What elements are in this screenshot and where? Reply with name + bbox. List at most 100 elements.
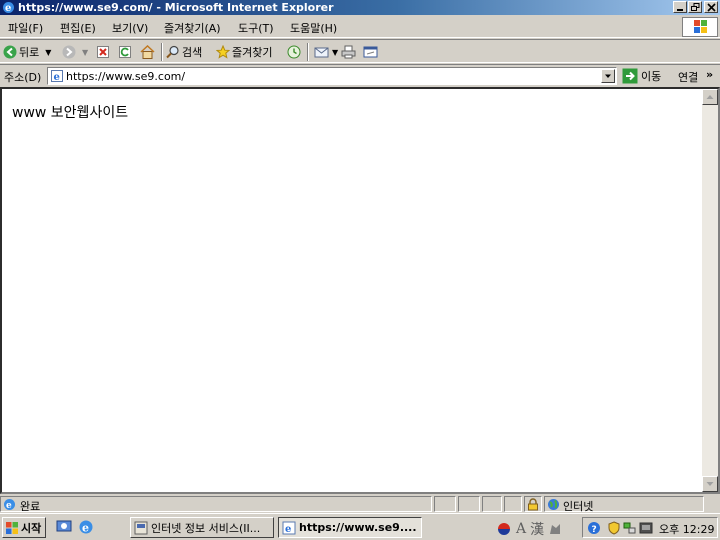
print-button[interactable] bbox=[341, 43, 356, 61]
restore-button[interactable] bbox=[688, 1, 702, 13]
chevron-down-icon bbox=[605, 74, 611, 78]
svg-text:?: ? bbox=[592, 525, 597, 535]
svg-text:e: e bbox=[285, 524, 291, 535]
taskbar: 시작 e 인터넷 정보 서비스(II... e https://www.se9.… bbox=[0, 513, 720, 540]
task-iis[interactable]: 인터넷 정보 서비스(II... bbox=[130, 517, 274, 538]
favorites-button[interactable]: 즐겨찾기 bbox=[216, 43, 272, 61]
ie-icon[interactable]: e bbox=[78, 519, 94, 535]
refresh-button[interactable] bbox=[118, 43, 132, 61]
svg-text:e: e bbox=[54, 72, 60, 83]
star-icon bbox=[216, 45, 230, 59]
shield-icon[interactable] bbox=[607, 521, 621, 535]
page-icon: e bbox=[4, 499, 15, 511]
menu-bar: 파일(F) 편집(E) 보기(V) 즐겨찾기(A) 도구(T) 도움말(H) bbox=[0, 16, 720, 38]
refresh-icon bbox=[119, 46, 131, 58]
chevron-down-icon[interactable]: ▼ bbox=[332, 48, 338, 57]
status-cell-3 bbox=[482, 496, 502, 512]
go-arrow-icon bbox=[622, 68, 638, 84]
go-label: 이동 bbox=[641, 70, 662, 83]
task-iis-label: 인터넷 정보 서비스(II... bbox=[151, 521, 261, 535]
address-bar: 주소(D) e 이동 연결 » bbox=[0, 64, 720, 86]
stop-button[interactable] bbox=[96, 43, 110, 61]
lock-icon bbox=[528, 498, 538, 511]
hanja-icon[interactable]: 漢 bbox=[530, 519, 544, 539]
status-cell-1 bbox=[434, 496, 456, 512]
edit-page-icon bbox=[363, 46, 378, 58]
alpha-mode-icon[interactable]: A bbox=[516, 521, 526, 537]
address-input[interactable] bbox=[66, 69, 596, 83]
menu-favorites[interactable]: 즐겨찾기(A) bbox=[164, 20, 221, 36]
back-arrow-icon bbox=[3, 45, 17, 59]
history-button[interactable] bbox=[287, 43, 301, 61]
security-zone[interactable]: 인터넷 bbox=[544, 496, 704, 513]
search-icon bbox=[166, 45, 179, 59]
close-button[interactable] bbox=[704, 1, 718, 13]
chevron-down-icon bbox=[706, 482, 714, 486]
svg-text:e: e bbox=[6, 501, 12, 511]
chevron-down-icon[interactable]: ▼ bbox=[82, 48, 88, 57]
network-icon[interactable] bbox=[623, 521, 637, 535]
forward-button[interactable]: ▼ bbox=[62, 43, 88, 61]
menu-file[interactable]: 파일(F) bbox=[8, 20, 43, 36]
help-icon[interactable]: ? bbox=[587, 521, 601, 535]
korean-ime-icon[interactable] bbox=[496, 521, 512, 537]
address-dropdown-button[interactable] bbox=[601, 69, 615, 83]
printer-icon bbox=[341, 45, 356, 59]
address-label: 주소(D) bbox=[4, 71, 42, 84]
history-icon bbox=[287, 45, 301, 59]
svg-text:e: e bbox=[5, 3, 11, 14]
links-label[interactable]: 연결 bbox=[678, 69, 698, 85]
search-button[interactable]: 검색 bbox=[166, 43, 202, 61]
scroll-down-button[interactable] bbox=[702, 476, 718, 492]
forward-arrow-icon bbox=[62, 45, 76, 59]
menu-tools[interactable]: 도구(T) bbox=[238, 20, 274, 36]
desktop-icon[interactable] bbox=[56, 519, 72, 535]
favorites-label: 즐겨찾기 bbox=[232, 46, 273, 59]
globe-icon bbox=[548, 499, 559, 510]
svg-text:e: e bbox=[82, 522, 89, 535]
page-icon: e bbox=[51, 70, 63, 83]
status-text: 완료 bbox=[20, 500, 41, 513]
search-label: 검색 bbox=[182, 46, 203, 59]
start-button[interactable]: 시작 bbox=[2, 517, 46, 538]
scroll-up-button[interactable] bbox=[702, 89, 718, 105]
ie-icon: e bbox=[282, 521, 296, 535]
status-bar: e 완료 인터넷 bbox=[0, 495, 720, 513]
system-tray: ? 오후 12:29 bbox=[582, 517, 718, 538]
menu-view[interactable]: 보기(V) bbox=[112, 20, 148, 36]
iis-icon bbox=[134, 521, 148, 534]
title-bar: e https://www.se9.com/ - Microsoft Inter… bbox=[0, 0, 720, 15]
ie-icon: e bbox=[3, 2, 14, 14]
back-button[interactable]: 뒤로 ▼ bbox=[3, 43, 51, 61]
standard-toolbar: 뒤로 ▼ ▼ 검색 즐겨찾기 ▼ bbox=[0, 39, 720, 63]
console-icon[interactable] bbox=[639, 521, 653, 535]
quick-launch: e bbox=[56, 519, 94, 535]
secure-lock-cell[interactable] bbox=[524, 496, 542, 512]
vertical-scrollbar[interactable] bbox=[702, 89, 718, 492]
clock[interactable]: 오후 12:29 bbox=[659, 521, 714, 537]
windows-logo-icon bbox=[6, 521, 18, 534]
window-title: https://www.se9.com/ - Microsoft Interne… bbox=[18, 1, 334, 14]
task-ie-label: https://www.se9.... bbox=[299, 521, 417, 534]
menu-edit[interactable]: 편집(E) bbox=[60, 20, 96, 36]
home-icon bbox=[140, 45, 155, 59]
status-cell-4 bbox=[504, 496, 522, 512]
minimize-button[interactable] bbox=[673, 1, 687, 13]
status-main: e 완료 bbox=[0, 496, 432, 513]
back-label: 뒤로 bbox=[19, 46, 40, 59]
home-button[interactable] bbox=[140, 43, 155, 61]
ime-pad-icon[interactable] bbox=[548, 522, 562, 536]
language-bar: A 漢 bbox=[496, 519, 562, 539]
go-button[interactable]: 이동 bbox=[622, 67, 661, 85]
chevron-right-icon[interactable]: » bbox=[706, 68, 713, 81]
address-field[interactable]: e bbox=[47, 67, 617, 85]
menu-help[interactable]: 도움말(H) bbox=[290, 20, 337, 36]
mail-icon bbox=[314, 47, 329, 58]
stop-icon bbox=[97, 46, 109, 58]
mail-button[interactable]: ▼ bbox=[314, 43, 338, 61]
task-ie[interactable]: e https://www.se9.... bbox=[278, 517, 422, 538]
chevron-up-icon bbox=[706, 95, 714, 99]
edit-button[interactable] bbox=[363, 43, 378, 61]
zone-label: 인터넷 bbox=[563, 500, 594, 513]
chevron-down-icon[interactable]: ▼ bbox=[45, 48, 51, 57]
